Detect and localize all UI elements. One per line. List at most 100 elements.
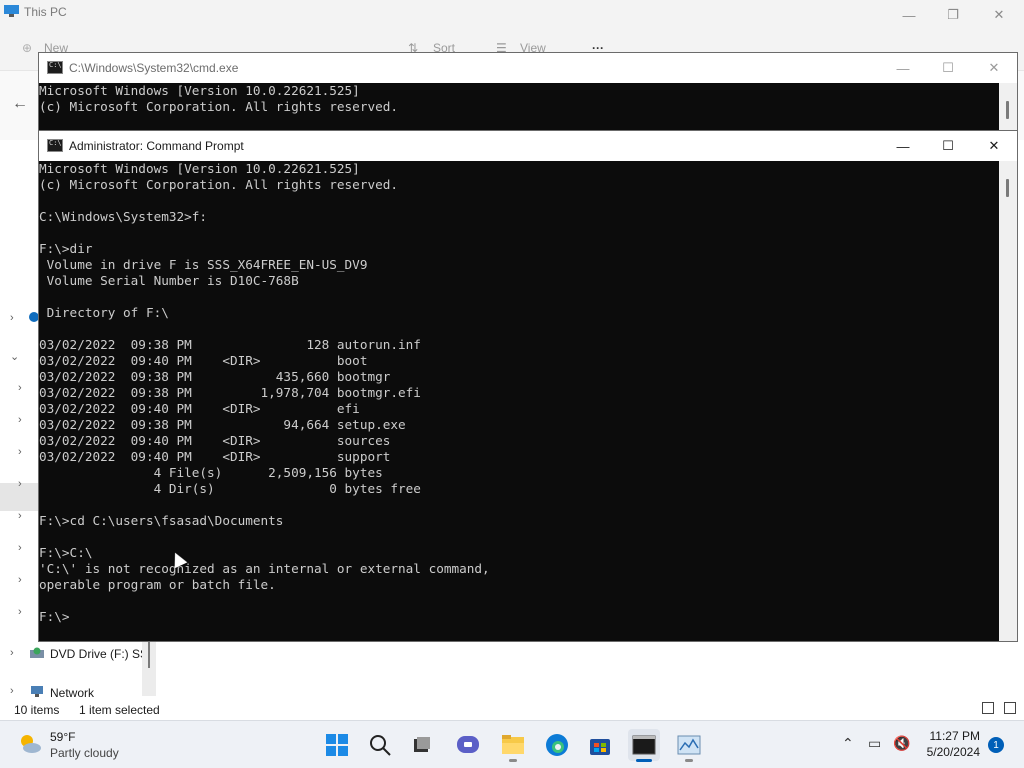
admin-cmd-scrollbar[interactable] [999, 161, 1017, 641]
edge-button[interactable] [541, 729, 573, 761]
running-indicator [509, 759, 517, 762]
console-line: 03/02/2022 09:38 PM 1,978,704 bootmgr.ef… [39, 385, 421, 400]
explorer-title: This PC [24, 5, 67, 19]
teams-chat-button[interactable] [452, 729, 484, 761]
store-button[interactable] [584, 729, 616, 761]
file-explorer-button[interactable] [497, 729, 529, 762]
nav-scroll-thumb[interactable] [148, 640, 150, 668]
chevron-right-icon[interactable]: › [10, 647, 14, 659]
maximize-button[interactable]: ☐ [925, 53, 971, 83]
close-button[interactable]: ✕ [971, 131, 1017, 161]
store-icon [590, 739, 610, 755]
tiles-view-icon[interactable] [1004, 702, 1016, 714]
cmd-title-bar[interactable]: C:\Windows\System32\cmd.exe — ☐ ✕ [39, 53, 1017, 83]
minimize-button[interactable]: — [880, 53, 926, 83]
task-view-button[interactable] [406, 729, 438, 761]
console-line: (c) Microsoft Corporation. All rights re… [39, 99, 399, 114]
task-view-icon [414, 737, 430, 752]
explorer-status-bar: 10 items 1 item selected [0, 700, 1024, 720]
terminal-button[interactable] [628, 729, 660, 762]
mute-icon[interactable]: 🔇 [893, 735, 910, 752]
cmd-scrollbar[interactable] [999, 83, 1017, 131]
nav-item-dvd-drive[interactable]: › DVD Drive (F:) SS [0, 644, 156, 666]
chevron-right-icon[interactable]: › [18, 606, 22, 618]
console-line: F:\>dir [39, 241, 93, 256]
status-item-count: 10 items [14, 703, 60, 717]
minimize-button[interactable]: — [880, 131, 926, 161]
chevron-right-icon[interactable]: › [10, 312, 14, 324]
console-line: 4 Dir(s) 0 bytes free [39, 481, 421, 496]
explorer-title-bar[interactable]: This PC — ❐ ✕ [0, 0, 1024, 30]
partly-cloudy-icon [21, 735, 41, 753]
cmd-window-title: C:\Windows\System32\cmd.exe [69, 61, 239, 75]
nav-item-label: DVD Drive (F:) SS [50, 647, 149, 661]
console-line: Microsoft Windows [Version 10.0.22621.52… [39, 161, 360, 176]
dvd-drive-icon [30, 647, 44, 658]
chevron-right-icon[interactable]: › [18, 478, 22, 490]
this-pc-icon [4, 5, 19, 17]
chevron-right-icon[interactable]: › [18, 446, 22, 458]
notification-badge[interactable]: 1 [988, 737, 1004, 753]
console-line: Directory of F:\ [39, 305, 169, 320]
cmd-console-output[interactable]: Microsoft Windows [Version 10.0.22621.52… [39, 83, 999, 131]
chevron-up-icon[interactable]: ⌃ [842, 735, 854, 752]
admin-cmd-window[interactable]: Administrator: Command Prompt — ☐ ✕ Micr… [38, 130, 1018, 642]
nav-item-network[interactable]: › Network [0, 682, 156, 700]
nav-item-label: Network [50, 686, 95, 700]
console-line: F:\> [39, 609, 70, 624]
console-line: 4 File(s) 2,509,156 bytes [39, 465, 383, 480]
console-line: 03/02/2022 09:38 PM 128 autorun.inf [39, 337, 421, 352]
cmd-icon [47, 61, 63, 74]
clock-time[interactable]: 11:27 PM [930, 729, 980, 743]
teams-chat-icon [457, 736, 479, 753]
display-icon[interactable]: ▭ [868, 735, 881, 752]
chevron-right-icon[interactable]: › [18, 574, 22, 586]
chevron-right-icon[interactable]: › [10, 685, 14, 697]
cmd-scroll-thumb[interactable] [1006, 101, 1009, 119]
search-button[interactable] [364, 729, 396, 761]
explorer-close-button[interactable]: ✕ [976, 0, 1022, 30]
admin-cmd-title-bar[interactable]: Administrator: Command Prompt — ☐ ✕ [39, 131, 1017, 161]
explorer-maximize-button[interactable]: ❐ [930, 0, 976, 30]
taskbar: 59°F Partly cloudy ⌃ ▭ 🔇 11:27 PM 5/20/2… [0, 720, 1024, 768]
running-indicator [685, 759, 693, 762]
maximize-button[interactable]: ☐ [925, 131, 971, 161]
cmd-window-background[interactable]: C:\Windows\System32\cmd.exe — ☐ ✕ Micros… [38, 52, 1018, 132]
console-line: 03/02/2022 09:40 PM <DIR> boot [39, 353, 368, 368]
console-line: Microsoft Windows [Version 10.0.22621.52… [39, 83, 360, 98]
console-line: 03/02/2022 09:40 PM <DIR> sources [39, 433, 391, 448]
network-icon [31, 686, 43, 697]
chevron-right-icon[interactable]: › [18, 382, 22, 394]
back-arrow-icon[interactable]: ← [12, 95, 28, 113]
weather-temperature: 59°F [50, 730, 76, 744]
console-line: (c) Microsoft Corporation. All rights re… [39, 177, 399, 192]
chevron-right-icon[interactable]: › [18, 510, 22, 522]
console-line: 03/02/2022 09:38 PM 435,660 bootmgr [39, 369, 391, 384]
clock-date[interactable]: 5/20/2024 [927, 745, 980, 759]
explorer-minimize-button[interactable]: — [886, 0, 932, 30]
cmd-icon [47, 139, 63, 152]
console-line: 03/02/2022 09:38 PM 94,664 setup.exe [39, 417, 406, 432]
new-icon[interactable]: ⊕ [22, 41, 32, 55]
console-line: F:\>cd C:\users\fsasad\Documents [39, 513, 284, 528]
admin-cmd-console-output[interactable]: Microsoft Windows [Version 10.0.22621.52… [39, 161, 999, 641]
chevron-right-icon[interactable]: › [18, 542, 22, 554]
admin-cmd-scroll-thumb[interactable] [1006, 179, 1009, 197]
console-line: operable program or batch file. [39, 577, 276, 592]
chevron-down-icon[interactable]: ⌄ [10, 350, 19, 363]
details-view-icon[interactable] [982, 702, 994, 714]
start-button[interactable] [321, 729, 353, 761]
search-icon [370, 735, 391, 756]
console-line: 03/02/2022 09:40 PM <DIR> efi [39, 401, 360, 416]
status-selection: 1 item selected [79, 703, 160, 717]
start-icon [326, 734, 348, 756]
close-button[interactable]: ✕ [971, 53, 1017, 83]
chevron-right-icon[interactable]: › [18, 414, 22, 426]
monitor-button[interactable] [673, 729, 705, 762]
